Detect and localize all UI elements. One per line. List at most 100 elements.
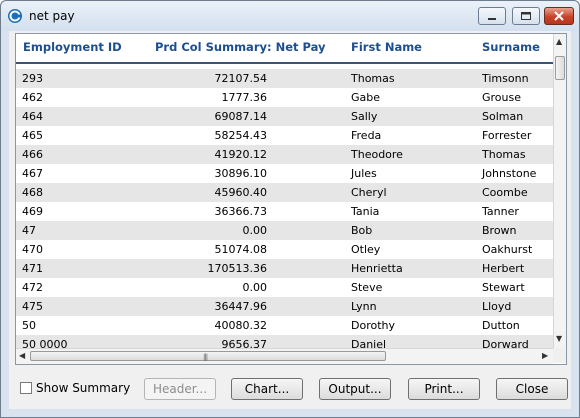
cell-first-name: Steve [351, 281, 383, 294]
output-button[interactable]: Output... [319, 378, 391, 400]
column-header-surname[interactable]: Surname [482, 40, 540, 54]
chart-button[interactable]: Chart... [231, 378, 303, 400]
title-bar[interactable]: net pay [1, 1, 579, 31]
cell-first-name: Dorothy [351, 319, 396, 332]
cell-surname: Timsonn [482, 72, 529, 85]
cell-first-name: Jules [351, 167, 377, 180]
cell-employment-id: 475 [22, 300, 43, 313]
cell-net-pay: 58254.43 [214, 129, 268, 142]
minimize-icon [488, 18, 496, 20]
table-row[interactable]: 469 36366.73 Tania Tanner [16, 202, 553, 221]
cell-employment-id: 464 [22, 110, 43, 123]
cell-net-pay: 36447.96 [214, 300, 268, 313]
cell-employment-id: 468 [22, 186, 43, 199]
cell-employment-id: 465 [22, 129, 43, 142]
horizontal-scrollbar[interactable]: ◀ ||| ▶ [16, 348, 553, 364]
cell-employment-id: 469 [22, 205, 43, 218]
table-row[interactable]: 475 36447.96 Lynn Lloyd [16, 297, 553, 316]
cell-surname: Stewart [482, 281, 525, 294]
grid-rows: 293 72107.54 Thomas Timsonn 462 1777.36 Gabe G… [16, 69, 553, 354]
cell-first-name: Freda [351, 129, 382, 142]
cell-first-name: Lynn [351, 300, 377, 313]
cell-first-name: Theodore [351, 148, 403, 161]
cell-net-pay: 72107.54 [214, 72, 268, 85]
button-bar: Show Summary Header... Chart... Output..… [9, 371, 571, 409]
table-row[interactable]: 467 30896.10 Jules Johnstone [16, 164, 553, 183]
cell-employment-id: 50 [22, 319, 36, 332]
data-grid: Employment ID Prd Col Summary: Net Pay F… [15, 33, 567, 365]
cell-first-name: Bob [351, 224, 373, 237]
cell-employment-id: 47 [22, 224, 36, 237]
cell-net-pay: 69087.14 [214, 110, 268, 123]
cell-employment-id: 470 [22, 243, 43, 256]
scroll-left-arrow-icon[interactable]: ◀ [19, 351, 25, 360]
cell-net-pay: 45960.40 [214, 186, 268, 199]
header-button[interactable]: Header... [144, 378, 216, 400]
close-button[interactable]: Close [496, 378, 568, 400]
table-row[interactable]: 466 41920.12 Theodore Thomas [16, 145, 553, 164]
cell-net-pay: 0.00 [242, 224, 268, 237]
table-row[interactable]: 468 45960.40 Cheryl Coombe [16, 183, 553, 202]
cell-surname: Solman [482, 110, 524, 123]
cell-net-pay: 40080.32 [214, 319, 268, 332]
scroll-up-arrow-icon[interactable]: ▲ [556, 37, 562, 46]
cell-surname: Tanner [482, 205, 519, 218]
cell-employment-id: 472 [22, 281, 43, 294]
table-row[interactable]: 465 58254.43 Freda Forrester [16, 126, 553, 145]
table-row[interactable]: 472 0.00 Steve Stewart [16, 278, 553, 297]
scroll-down-arrow-icon[interactable]: ▼ [556, 334, 562, 343]
show-summary-checkbox[interactable] [20, 382, 32, 394]
cell-first-name: Otley [351, 243, 381, 256]
cell-surname: Forrester [482, 129, 532, 142]
column-header-first-name[interactable]: First Name [351, 40, 422, 54]
cell-first-name: Sally [351, 110, 378, 123]
table-row[interactable]: 464 69087.14 Sally Solman [16, 107, 553, 126]
cell-employment-id: 471 [22, 262, 43, 275]
minimize-button[interactable] [478, 7, 506, 25]
table-row[interactable]: 471 170513.36 Henrietta Herbert [16, 259, 553, 278]
table-row[interactable]: 50 40080.32 Dorothy Dutton [16, 316, 553, 335]
scroll-right-arrow-icon[interactable]: ▶ [542, 351, 548, 360]
cell-first-name: Henrietta [351, 262, 403, 275]
vertical-scroll-thumb[interactable] [555, 56, 565, 80]
maximize-icon [521, 12, 531, 20]
net-pay-window: net pay Employment ID Prd Col Summary: N… [0, 0, 580, 418]
scrollbar-corner [553, 348, 566, 363]
table-row[interactable]: 293 72107.54 Thomas Timsonn [16, 69, 553, 88]
table-row[interactable]: 47 0.00 Bob Brown [16, 221, 553, 240]
cell-net-pay: 170513.36 [207, 262, 268, 275]
cell-surname: Dutton [482, 319, 520, 332]
cell-surname: Thomas [482, 148, 526, 161]
cell-surname: Grouse [482, 91, 522, 104]
cell-first-name: Gabe [351, 91, 381, 104]
table-row[interactable]: 470 51074.08 Otley Oakhurst [16, 240, 553, 259]
vertical-scrollbar[interactable]: ▲ ▼ [553, 34, 566, 348]
close-icon [554, 11, 564, 21]
table-row[interactable]: 462 1777.36 Gabe Grouse [16, 88, 553, 107]
cell-surname: Brown [482, 224, 517, 237]
show-summary-label: Show Summary [36, 381, 131, 395]
cell-employment-id: 293 [22, 72, 43, 85]
cell-surname: Herbert [482, 262, 525, 275]
cell-employment-id: 462 [22, 91, 43, 104]
app-logo-icon [8, 9, 22, 23]
cell-net-pay: 0.00 [242, 281, 268, 294]
grip-icon: ||| [203, 353, 208, 361]
maximize-button[interactable] [512, 7, 540, 25]
print-button[interactable]: Print... [408, 378, 480, 400]
cell-net-pay: 1777.36 [221, 91, 268, 104]
close-window-button[interactable] [544, 7, 574, 25]
column-header-employment-id[interactable]: Employment ID [23, 40, 122, 54]
dialog-body: Employment ID Prd Col Summary: Net Pay F… [9, 31, 571, 409]
cell-first-name: Thomas [351, 72, 395, 85]
cell-surname: Coombe [482, 186, 528, 199]
cell-employment-id: 466 [22, 148, 43, 161]
cell-surname: Lloyd [482, 300, 512, 313]
cell-first-name: Cheryl [351, 186, 387, 199]
column-header-net-pay[interactable]: Prd Col Summary: Net Pay [155, 40, 326, 54]
cell-net-pay: 36366.73 [214, 205, 268, 218]
cell-first-name: Tania [351, 205, 380, 218]
grid-header: Employment ID Prd Col Summary: Net Pay F… [16, 34, 553, 64]
horizontal-scroll-thumb[interactable]: ||| [30, 351, 386, 361]
cell-net-pay: 30896.10 [214, 167, 268, 180]
